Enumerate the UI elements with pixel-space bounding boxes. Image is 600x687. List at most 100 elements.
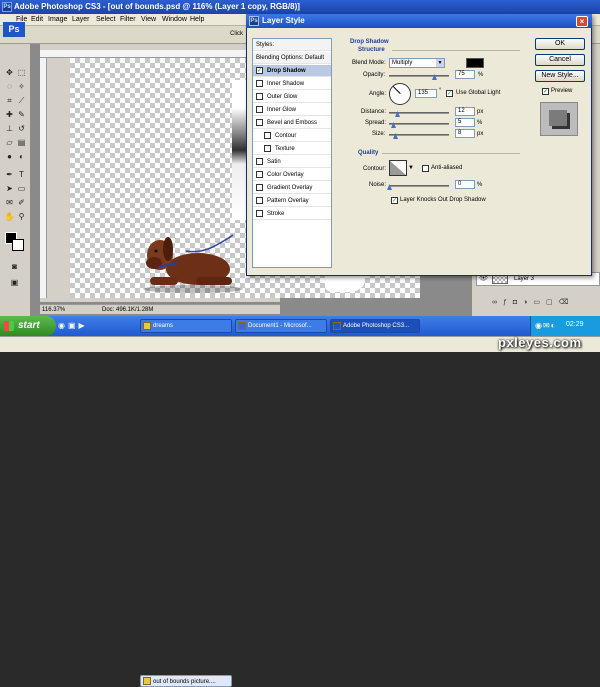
spread-field[interactable]: 5: [455, 118, 475, 127]
menu-view[interactable]: View: [141, 15, 156, 25]
size-field[interactable]: 8: [455, 129, 475, 138]
menu-window[interactable]: Window: [162, 15, 187, 25]
task-dreams[interactable]: dreams: [140, 319, 232, 333]
noise-slider[interactable]: [389, 185, 449, 187]
anti-aliased-checkbox[interactable]: [422, 165, 429, 172]
media-icon[interactable]: ▶: [79, 321, 88, 330]
healing-brush-icon[interactable]: ✚: [4, 110, 15, 120]
style-item-inner-glow[interactable]: Inner Glow: [253, 104, 331, 116]
close-icon[interactable]: ×: [576, 16, 588, 27]
ruler-horizontal[interactable]: [40, 50, 280, 58]
background-color-swatch[interactable]: [12, 239, 24, 251]
zoom-tool-icon[interactable]: ⚲: [16, 212, 27, 222]
path-selection-icon[interactable]: ➤: [4, 184, 15, 194]
satin-checkbox[interactable]: [256, 158, 263, 165]
pen-tool-icon[interactable]: ✒: [4, 170, 15, 180]
menu-layer[interactable]: Layer: [72, 15, 90, 25]
inner-glow-checkbox[interactable]: [256, 106, 263, 113]
menu-filter[interactable]: Filter: [120, 15, 136, 25]
notes-tool-icon[interactable]: ✉: [4, 198, 15, 208]
gradient-tool-icon[interactable]: ▤: [16, 138, 27, 148]
ruler-vertical[interactable]: [40, 58, 47, 298]
layer-mask-icon[interactable]: ◘: [513, 299, 523, 306]
crop-tool-icon[interactable]: ⌗: [4, 96, 15, 106]
lasso-tool-icon[interactable]: ◌: [4, 82, 15, 92]
magic-wand-icon[interactable]: ✧: [16, 82, 27, 92]
browser-icon[interactable]: ◉: [58, 321, 68, 330]
style-item-pattern-overlay[interactable]: Pattern Overlay: [253, 195, 331, 207]
show-desktop-icon[interactable]: ▣: [68, 321, 79, 330]
chevron-down-icon[interactable]: ▼: [408, 162, 414, 174]
style-item-texture[interactable]: Texture: [253, 143, 331, 155]
angle-dial[interactable]: [389, 83, 411, 105]
bevel-emboss-checkbox[interactable]: [256, 119, 263, 126]
tray-icons[interactable]: ◉✉◐: [535, 321, 557, 330]
style-item-color-overlay[interactable]: Color Overlay: [253, 169, 331, 181]
size-slider[interactable]: [389, 134, 449, 136]
slice-tool-icon[interactable]: ⟋: [16, 96, 27, 106]
style-item-bevel-emboss[interactable]: Bevel and Emboss: [253, 117, 331, 129]
type-tool-icon[interactable]: T: [16, 170, 27, 180]
start-button[interactable]: start: [0, 316, 56, 336]
history-brush-icon[interactable]: ↺: [16, 124, 27, 134]
style-item-contour[interactable]: Contour: [253, 130, 331, 142]
style-item-satin[interactable]: Satin: [253, 156, 331, 168]
opacity-slider[interactable]: [389, 75, 449, 77]
layer-style-icon[interactable]: ƒ: [503, 299, 513, 306]
gradient-overlay-checkbox[interactable]: [256, 184, 263, 191]
brush-tool-icon[interactable]: ✎: [16, 110, 27, 120]
clone-stamp-icon[interactable]: ⊥: [4, 124, 15, 134]
style-item-gradient-overlay[interactable]: Gradient Overlay: [253, 182, 331, 194]
blending-options-item[interactable]: Blending Options: Default: [253, 52, 331, 64]
style-item-drop-shadow[interactable]: ✓ Drop Shadow: [253, 65, 331, 77]
zoom-level[interactable]: 116.37%: [42, 306, 65, 314]
dialog-title-bar[interactable]: Ps Layer Style: [246, 14, 592, 28]
ok-button[interactable]: OK: [535, 38, 585, 50]
hand-tool-icon[interactable]: ✋: [4, 212, 15, 222]
eyedropper-icon[interactable]: ✐: [16, 198, 27, 208]
menu-image[interactable]: Image: [48, 15, 67, 25]
distance-field[interactable]: 12: [455, 107, 475, 116]
shadow-color-swatch[interactable]: [466, 58, 484, 68]
menu-edit[interactable]: Edit: [31, 15, 43, 25]
task-photoshop[interactable]: Adobe Photoshop CS3...: [330, 319, 420, 333]
shape-tool-icon[interactable]: ▭: [16, 184, 27, 194]
eye-icon[interactable]: 👁: [479, 275, 488, 283]
dodge-tool-icon[interactable]: ◐: [16, 152, 27, 162]
use-global-light-checkbox[interactable]: ✓: [446, 90, 453, 97]
blend-mode-select[interactable]: Multiply ▼: [389, 58, 445, 68]
spread-slider[interactable]: [389, 123, 449, 125]
pattern-overlay-checkbox[interactable]: [256, 197, 263, 204]
style-item-inner-shadow[interactable]: Inner Shadow: [253, 78, 331, 90]
style-item-stroke[interactable]: Stroke: [253, 208, 331, 220]
menu-help[interactable]: Help: [190, 15, 204, 25]
contour-picker[interactable]: [389, 160, 407, 176]
blur-tool-icon[interactable]: ●: [4, 152, 15, 162]
cancel-button[interactable]: Cancel: [535, 54, 585, 66]
angle-field[interactable]: 135: [415, 89, 437, 98]
preview-checkbox[interactable]: ✓: [542, 88, 549, 95]
layer-name[interactable]: Layer 3: [514, 275, 534, 283]
task-out-of-bounds-picture[interactable]: out of bounds picture....: [140, 675, 232, 687]
task-document1[interactable]: Document1 - Microsof...: [235, 319, 327, 333]
knockout-checkbox[interactable]: ✓: [391, 197, 398, 204]
doc-size[interactable]: Doc: 496.1K/1.28M: [102, 306, 153, 314]
new-style-button[interactable]: New Style...: [535, 70, 585, 82]
stroke-checkbox[interactable]: [256, 210, 263, 217]
inner-shadow-checkbox[interactable]: [256, 80, 263, 87]
drop-shadow-checkbox[interactable]: ✓: [256, 67, 263, 74]
move-tool-icon[interactable]: ✥: [4, 68, 15, 78]
styles-header[interactable]: Styles:: [253, 39, 331, 51]
opacity-field[interactable]: 75: [455, 70, 475, 79]
marquee-tool-icon[interactable]: ⬚: [16, 68, 27, 78]
noise-field[interactable]: 0: [455, 180, 475, 189]
menu-select[interactable]: Select: [96, 15, 115, 25]
style-item-outer-glow[interactable]: Outer Glow: [253, 91, 331, 103]
quick-mask-icon[interactable]: ◙: [9, 262, 20, 272]
clock[interactable]: 02:29: [566, 320, 584, 330]
new-group-icon[interactable]: ▭: [533, 299, 546, 306]
link-layers-icon[interactable]: ∞: [492, 299, 503, 306]
delete-layer-icon[interactable]: ⌫: [559, 299, 575, 306]
contour-checkbox[interactable]: [264, 132, 271, 139]
outer-glow-checkbox[interactable]: [256, 93, 263, 100]
